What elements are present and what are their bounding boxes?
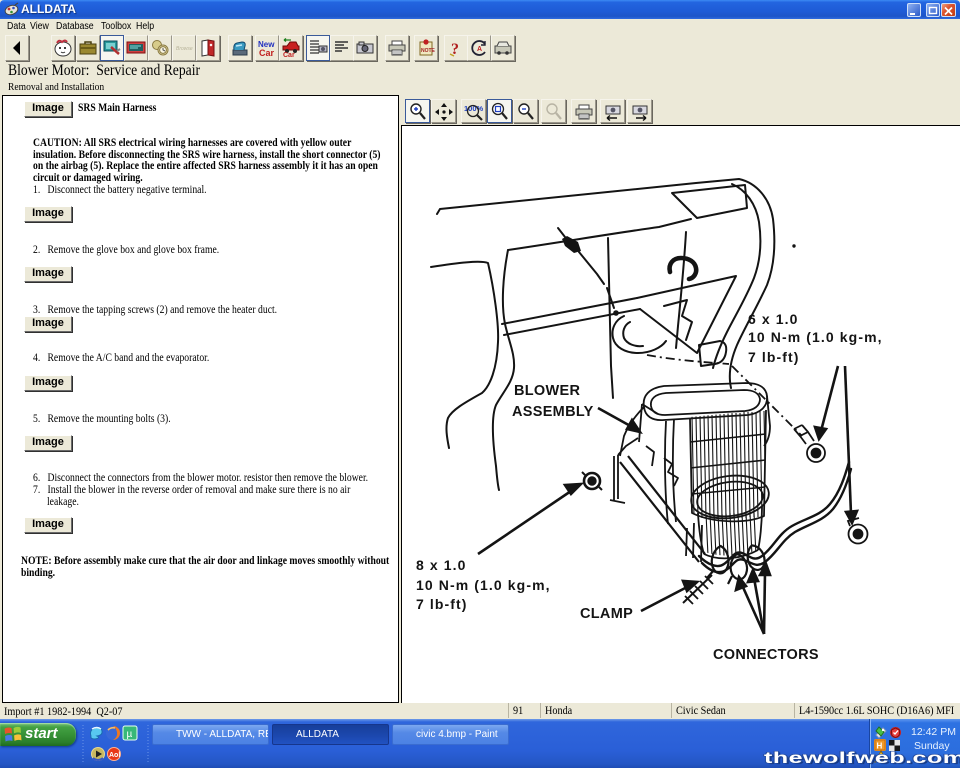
- svg-text:CONNECTORS: CONNECTORS: [713, 647, 819, 663]
- svg-text:BLOWER: BLOWER: [514, 383, 580, 399]
- svg-text:6 x 1.0: 6 x 1.0: [748, 311, 799, 327]
- svg-text:Browse: Browse: [176, 46, 193, 52]
- svg-text:µ: µ: [127, 729, 133, 740]
- svg-text:Aol: Aol: [109, 752, 120, 759]
- svg-text:A: A: [477, 46, 482, 53]
- svg-text:7 lb-ft): 7 lb-ft): [748, 349, 800, 365]
- svg-text:8 x 1.0: 8 x 1.0: [416, 557, 467, 573]
- svg-text:NOTE: NOTE: [421, 48, 436, 54]
- svg-text:10 N-m (1.0 kg-m,: 10 N-m (1.0 kg-m,: [416, 577, 551, 593]
- svg-text:ASSEMBLY: ASSEMBLY: [512, 404, 594, 420]
- svg-text:Car: Car: [259, 48, 275, 58]
- svg-text:10 N-m (1.0 kg-m,: 10 N-m (1.0 kg-m,: [748, 329, 883, 345]
- svg-text:CLAMP: CLAMP: [580, 606, 633, 622]
- svg-text:7 lb-ft): 7 lb-ft): [416, 596, 468, 612]
- svg-text:Car: Car: [283, 52, 295, 58]
